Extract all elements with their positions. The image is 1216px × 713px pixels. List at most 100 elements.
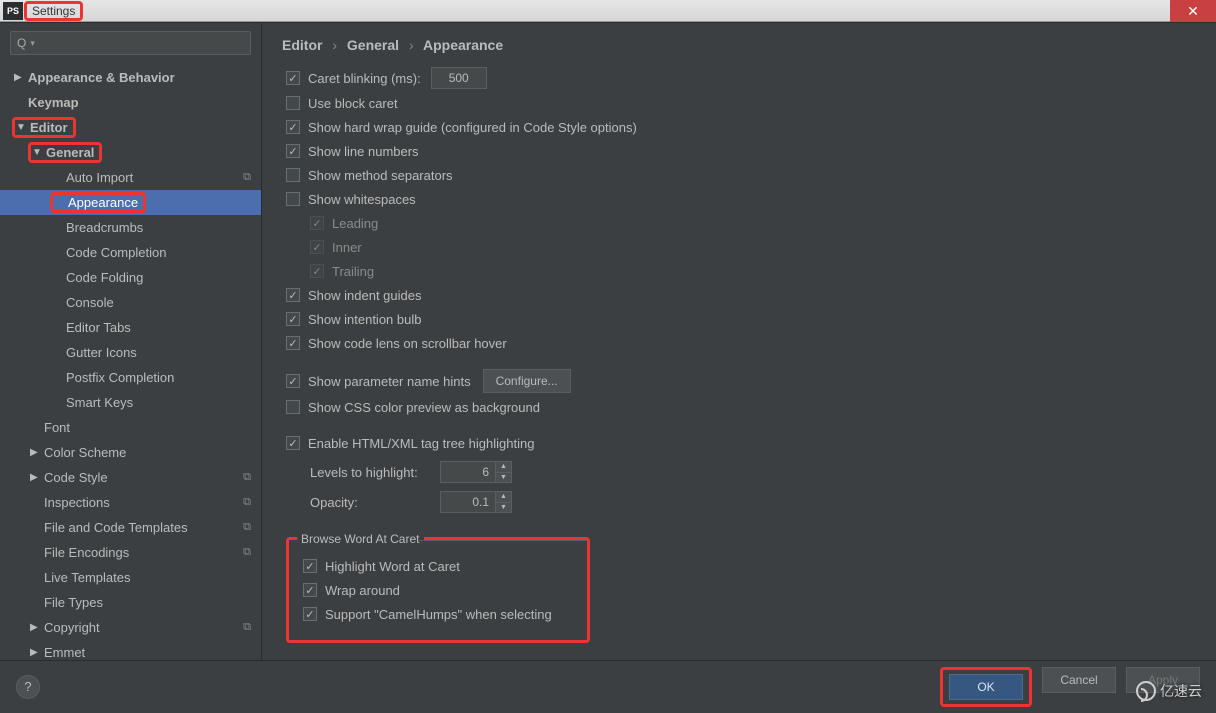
- copy-settings-icon: ⧉: [243, 171, 251, 184]
- tree-item-file-encodings[interactable]: File Encodings⧉: [0, 540, 261, 565]
- close-button[interactable]: ✕: [1170, 0, 1216, 22]
- bottom-bar: ? OK Cancel Apply: [0, 660, 1216, 712]
- tree-item-label: Appearance: [68, 195, 138, 210]
- tree-item-copyright[interactable]: ▶Copyright⧉: [0, 615, 261, 640]
- tree-item-label: Postfix Completion: [66, 370, 261, 385]
- breadcrumb-appearance: Appearance: [423, 37, 503, 53]
- tree-item-gutter-icons[interactable]: Gutter Icons: [0, 340, 261, 365]
- configure-button[interactable]: Configure...: [483, 369, 571, 393]
- checkbox-wrap-around[interactable]: [303, 583, 317, 597]
- tree-item-breadcrumbs[interactable]: Breadcrumbs: [0, 215, 261, 240]
- label-opacity: Opacity:: [310, 495, 440, 510]
- tree-item-postfix-completion[interactable]: Postfix Completion: [0, 365, 261, 390]
- label-indent-guides: Show indent guides: [308, 288, 421, 303]
- label-line-numbers: Show line numbers: [308, 144, 419, 159]
- tree-item-code-completion[interactable]: Code Completion: [0, 240, 261, 265]
- tree-item-console[interactable]: Console: [0, 290, 261, 315]
- label-trailing: Trailing: [332, 264, 374, 279]
- copy-settings-icon: ⧉: [243, 471, 251, 484]
- chevron-down-icon: ▾: [30, 38, 35, 49]
- checkbox-hard-wrap[interactable]: [286, 120, 300, 134]
- checkbox-param-hints[interactable]: [286, 374, 300, 388]
- checkbox-method-separators[interactable]: [286, 168, 300, 182]
- tree-item-keymap[interactable]: Keymap: [0, 90, 261, 115]
- watermark-text: 亿速云: [1160, 681, 1202, 701]
- tree-item-label: General: [46, 145, 94, 160]
- checkbox-block-caret[interactable]: [286, 96, 300, 110]
- tree-item-label: Auto Import: [66, 170, 261, 185]
- tree-item-appearance[interactable]: Appearance: [0, 190, 261, 215]
- breadcrumb-general[interactable]: General: [347, 37, 399, 53]
- input-levels[interactable]: [440, 461, 496, 483]
- ok-button[interactable]: OK: [949, 674, 1023, 700]
- label-param-hints: Show parameter name hints: [308, 374, 471, 389]
- tree-item-label: Code Style: [44, 470, 261, 485]
- tree-item-smart-keys[interactable]: Smart Keys: [0, 390, 261, 415]
- tree-item-file-types[interactable]: File Types: [0, 590, 261, 615]
- cancel-button[interactable]: Cancel: [1042, 667, 1116, 693]
- checkbox-tag-tree[interactable]: [286, 436, 300, 450]
- tree-item-editor-tabs[interactable]: Editor Tabs: [0, 315, 261, 340]
- label-highlight-word: Highlight Word at Caret: [325, 559, 460, 574]
- label-tag-tree: Enable HTML/XML tag tree highlighting: [308, 436, 534, 451]
- titlebar: PS Settings ✕: [0, 0, 1216, 22]
- checkbox-line-numbers[interactable]: [286, 144, 300, 158]
- chevron-right-icon: ▶: [30, 647, 44, 658]
- label-method-separators: Show method separators: [308, 168, 453, 183]
- tree-item-emmet[interactable]: ▶Emmet: [0, 640, 261, 660]
- checkbox-css-preview[interactable]: [286, 400, 300, 414]
- checkbox-leading: [310, 216, 324, 230]
- spinner-opacity[interactable]: ▲▼: [496, 491, 512, 513]
- main-area: Q ▾ ▶Appearance & BehaviorKeymap▼Editor▼…: [0, 22, 1216, 660]
- tree-item-label: File Types: [44, 595, 261, 610]
- chevron-down-icon[interactable]: ▼: [496, 503, 511, 513]
- help-button[interactable]: ?: [16, 675, 40, 699]
- tree-item-label: Font: [44, 420, 261, 435]
- watermark: 亿速云: [1136, 681, 1202, 701]
- tree-item-label: Copyright: [44, 620, 261, 635]
- app-icon: PS: [3, 2, 23, 20]
- checkbox-camelhumps[interactable]: [303, 607, 317, 621]
- label-whitespaces: Show whitespaces: [308, 192, 416, 207]
- tree-item-general[interactable]: ▼General: [0, 140, 261, 165]
- chevron-right-icon: ▶: [30, 447, 44, 458]
- tree-item-file-and-code-templates[interactable]: File and Code Templates⧉: [0, 515, 261, 540]
- breadcrumb-editor[interactable]: Editor: [282, 37, 322, 53]
- tree-item-font[interactable]: Font: [0, 415, 261, 440]
- content-panel: Editor › General › Appearance Caret blin…: [262, 23, 1216, 660]
- label-intention-bulb: Show intention bulb: [308, 312, 421, 327]
- chevron-up-icon[interactable]: ▲: [496, 492, 511, 503]
- chevron-down-icon: ▼: [16, 122, 30, 133]
- checkbox-intention-bulb[interactable]: [286, 312, 300, 326]
- label-wrap-around: Wrap around: [325, 583, 400, 598]
- tree-item-auto-import[interactable]: Auto Import⧉: [0, 165, 261, 190]
- input-caret-ms[interactable]: [431, 67, 487, 89]
- tree-item-label: File Encodings: [44, 545, 261, 560]
- tree-item-inspections[interactable]: Inspections⧉: [0, 490, 261, 515]
- search-input[interactable]: Q ▾: [10, 31, 251, 55]
- tree-item-appearance-behavior[interactable]: ▶Appearance & Behavior: [0, 65, 261, 90]
- tree-item-code-folding[interactable]: Code Folding: [0, 265, 261, 290]
- tree-item-editor[interactable]: ▼Editor: [0, 115, 261, 140]
- checkbox-highlight-word[interactable]: [303, 559, 317, 573]
- checkbox-whitespaces[interactable]: [286, 192, 300, 206]
- chevron-right-icon: ›: [403, 37, 420, 53]
- settings-tree[interactable]: ▶Appearance & BehaviorKeymap▼Editor▼Gene…: [0, 61, 261, 660]
- search-row: Q ▾: [0, 23, 261, 61]
- tree-item-color-scheme[interactable]: ▶Color Scheme: [0, 440, 261, 465]
- chevron-right-icon: ▶: [30, 622, 44, 633]
- sidebar: Q ▾ ▶Appearance & BehaviorKeymap▼Editor▼…: [0, 23, 262, 660]
- group-title-browse-word: Browse Word At Caret: [297, 532, 424, 546]
- spinner-levels[interactable]: ▲▼: [496, 461, 512, 483]
- tree-item-label: Code Completion: [66, 245, 261, 260]
- search-icon: Q: [17, 36, 26, 50]
- checkbox-indent-guides[interactable]: [286, 288, 300, 302]
- input-opacity[interactable]: [440, 491, 496, 513]
- checkbox-caret-blinking[interactable]: [286, 71, 300, 85]
- tree-item-live-templates[interactable]: Live Templates: [0, 565, 261, 590]
- label-caret-blinking: Caret blinking (ms):: [308, 71, 421, 86]
- tree-item-code-style[interactable]: ▶Code Style⧉: [0, 465, 261, 490]
- chevron-up-icon[interactable]: ▲: [496, 462, 511, 473]
- chevron-down-icon[interactable]: ▼: [496, 473, 511, 483]
- checkbox-code-lens[interactable]: [286, 336, 300, 350]
